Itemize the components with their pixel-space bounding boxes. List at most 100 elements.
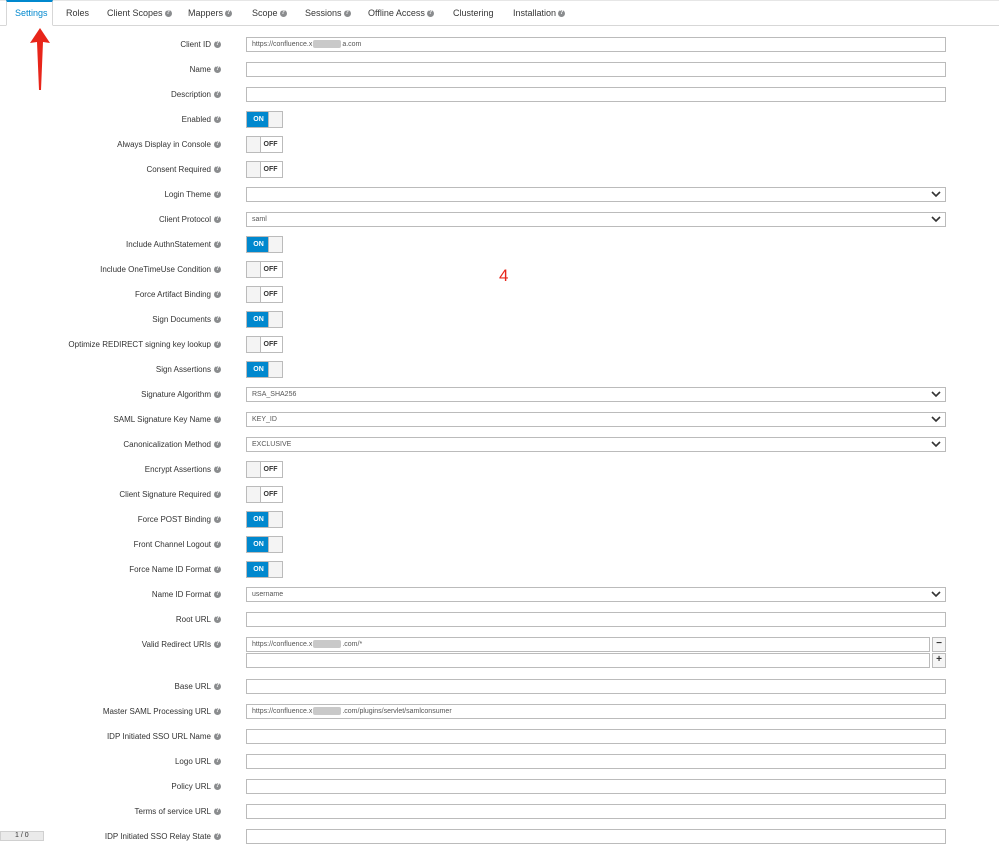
help-icon: ? [214,141,221,149]
optimize-redirect-toggle[interactable]: OFF [246,336,283,353]
field-label: IDP Initiated SSO URL Name? [107,727,221,747]
description-input[interactable] [246,87,946,102]
field-label: Valid Redirect URIs? [142,635,221,655]
field-label: Client ID? [180,35,221,55]
force-name-id-toggle[interactable]: ON [246,561,283,578]
tab-offline-access[interactable]: Offline Access? [360,1,440,26]
toggle-knob [247,262,261,277]
field-label-text: Root URL [175,615,211,624]
signature-algorithm-select[interactable]: RSA_SHA256 [246,387,946,402]
help-icon: ? [214,683,221,691]
field-value: .com/plugins/servlet/samlconsumer [342,708,452,715]
tab-client-scopes[interactable]: Client Scopes? [99,1,176,26]
field-label: Enabled? [182,110,221,130]
help-icon: ? [214,541,221,549]
field-value: username [252,591,284,598]
redacted-region [313,640,342,649]
tab-mappers[interactable]: Mappers? [180,1,240,26]
include-onetimeuse-toggle[interactable]: OFF [246,261,283,278]
field-label: Name ID Format? [152,585,221,605]
redacted-region [313,707,342,716]
tab-label: Clustering [453,8,494,18]
field-label-text: Sign Documents [152,315,211,324]
field-value: https://confluence.x [252,641,313,648]
idp-relay-input[interactable] [246,829,946,844]
field-value: https://confluence.x [252,41,313,48]
field-label-text: Force Name ID Format [129,565,211,574]
help-icon: ? [214,783,221,791]
help-icon: ? [343,10,351,18]
help-icon: ? [214,466,221,474]
always-display-toggle[interactable]: OFF [246,136,283,153]
client-id-input[interactable]: https://confluence.x a.com [246,37,946,52]
canonicalization-select[interactable]: EXCLUSIVE [246,437,946,452]
field-row-force-post: Force POST Binding? ON [0,510,999,530]
toggle-knob [268,562,282,577]
name-id-format-select[interactable]: username [246,587,946,602]
field-row-include-authn: Include AuthnStatement? ON [0,235,999,255]
field-row-signature-algorithm: Signature Algorithm? RSA_SHA256 [0,385,999,405]
master-saml-input[interactable]: https://confluence.x .com/plugins/servlet… [246,704,946,719]
tab-label: Settings [15,8,48,18]
remove-uri-button[interactable]: − [932,637,946,652]
client-sig-required-toggle[interactable]: OFF [246,486,283,503]
help-icon: ? [214,833,221,841]
front-channel-logout-toggle[interactable]: ON [246,536,283,553]
encrypt-assertions-toggle[interactable]: OFF [246,461,283,478]
tos-url-input[interactable] [246,804,946,819]
toggle-state-label: ON [247,312,270,327]
base-url-input[interactable] [246,679,946,694]
force-artifact-toggle[interactable]: OFF [246,286,283,303]
saml-sig-key-name-select[interactable]: KEY_ID [246,412,946,427]
name-input[interactable] [246,62,946,77]
field-label-text: Valid Redirect URIs [141,640,211,649]
valid-redirect-new-input[interactable] [246,653,930,668]
help-icon: ? [214,116,221,124]
consent-required-toggle[interactable]: OFF [246,161,283,178]
toggle-knob [268,362,282,377]
valid-redirect-input[interactable]: https://confluence.x .com/* [246,637,930,652]
sign-assertions-toggle[interactable]: ON [246,361,283,378]
field-label-text: Logo URL [174,757,211,766]
field-value: https://confluence.x [252,708,313,715]
add-uri-button[interactable]: + [932,653,946,668]
tab-scope[interactable]: Scope? [244,1,292,26]
field-label-text: Optimize REDIRECT signing key lookup [68,340,211,349]
field-label: Client Signature Required? [119,485,221,505]
tab-sessions[interactable]: Sessions? [297,1,355,26]
field-label-text: Always Display in Console [117,140,211,149]
field-label: Front Channel Logout? [134,535,221,555]
toggle-knob [268,512,282,527]
toggle-state-label: OFF [263,166,278,173]
field-value: a.com [342,41,362,48]
idp-sso-name-input[interactable] [246,729,946,744]
force-post-toggle[interactable]: ON [246,511,283,528]
field-row-base-url: Base URL? [0,677,999,697]
client-protocol-select[interactable]: saml [246,212,946,227]
tab-installation[interactable]: Installation? [505,1,575,26]
toggle-knob [247,487,261,502]
chevron-down-icon [931,391,941,398]
field-label-text: Sign Assertions [155,365,211,374]
logo-url-input[interactable] [246,754,946,769]
help-icon: ? [214,733,221,741]
chevron-down-icon [931,591,941,598]
tab-settings[interactable]: Settings [6,0,53,26]
field-label: Base URL? [175,677,221,697]
field-label-text: IDP Initiated SSO URL Name [106,732,211,741]
help-icon: ? [214,491,221,499]
field-label: Signature Algorithm? [141,385,221,405]
login-theme-select[interactable] [246,187,946,202]
tab-clustering[interactable]: Clustering [445,1,500,26]
include-authn-toggle[interactable]: ON [246,236,283,253]
root-url-input[interactable] [246,612,946,627]
enabled-toggle[interactable]: ON [246,111,283,128]
field-label-text: Force Artifact Binding [134,290,211,299]
policy-url-input[interactable] [246,779,946,794]
field-label-text: Include OneTimeUse Condition [100,265,211,274]
tab-roles[interactable]: Roles [58,1,95,26]
field-label: Force Name ID Format? [129,560,221,580]
field-row-idp-relay: IDP Initiated SSO Relay State? [0,827,999,847]
field-label: Root URL? [176,610,221,630]
sign-documents-toggle[interactable]: ON [246,311,283,328]
